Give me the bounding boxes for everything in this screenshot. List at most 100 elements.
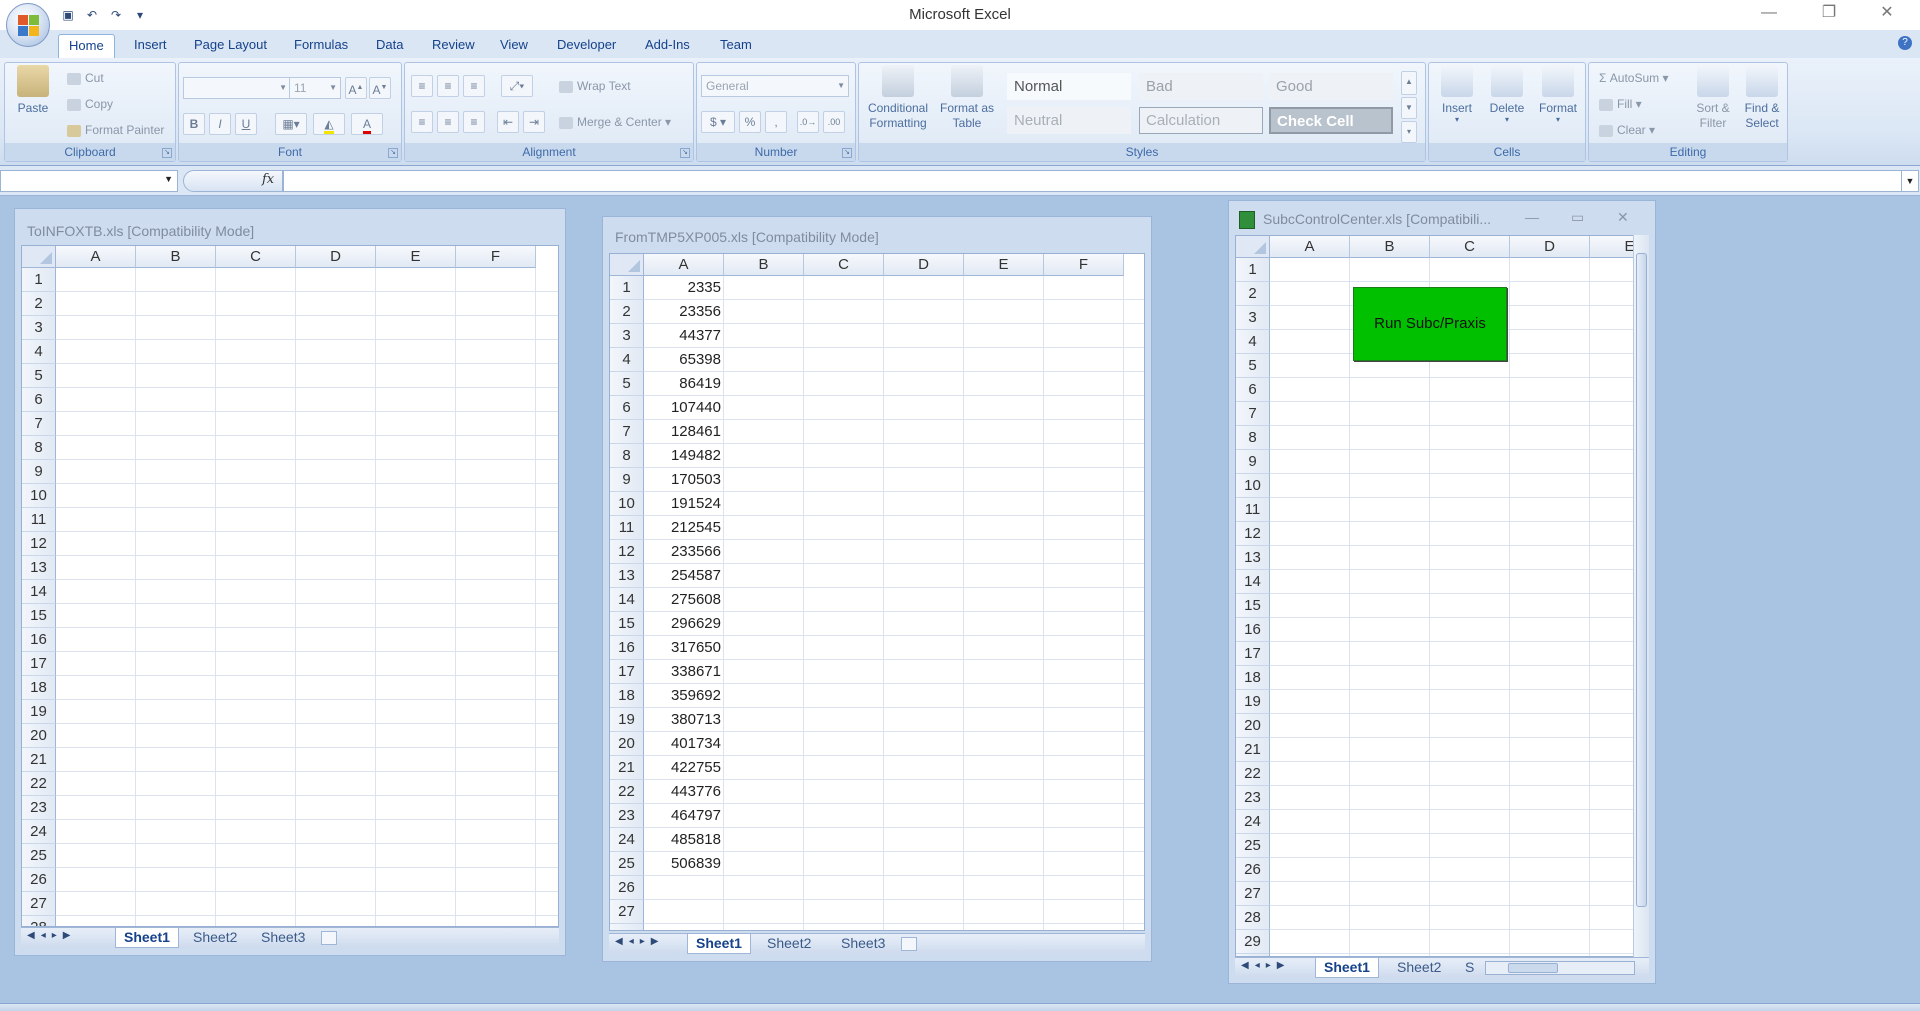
sort-filter-button[interactable]: Sort & Filter [1689,65,1737,131]
row-header[interactable]: 11 [610,516,644,540]
row-header[interactable]: 5 [22,364,56,388]
select-all-corner[interactable] [22,246,56,268]
style-calculation[interactable]: Calculation [1139,107,1263,134]
row-header[interactable]: 19 [1236,690,1270,714]
row-header[interactable]: 10 [1236,474,1270,498]
font-launcher-icon[interactable]: ↘ [388,148,398,158]
window-minimize-icon[interactable]: — [1525,209,1539,225]
borders-button[interactable]: ▦▾ [275,113,307,135]
hscroll-thumb[interactable] [1508,963,1558,973]
styles-scroll-down-icon[interactable]: ▼ [1401,97,1417,119]
comma-button[interactable]: , [765,111,787,133]
cell-a1[interactable]: 2335 [644,276,724,300]
insert-function-icon[interactable]: fx [262,172,274,187]
cell-a22[interactable]: 443776 [644,780,724,804]
row-header[interactable]: 12 [610,540,644,564]
column-header[interactable]: F [456,246,536,268]
close-button[interactable]: ✕ [1864,0,1910,28]
merge-center-button[interactable]: Merge & Center ▾ [559,115,671,129]
horizontal-scrollbar[interactable] [1485,961,1635,975]
sheet-nav-arrows-icon[interactable]: ◀◂▸▶ [615,936,664,947]
row-header[interactable]: 21 [610,756,644,780]
cell-a6[interactable]: 107440 [644,396,724,420]
row-header[interactable]: 19 [22,700,56,724]
row-header[interactable]: 3 [22,316,56,340]
align-left-icon[interactable]: ≡ [411,111,433,133]
align-bottom-icon[interactable]: ≡ [463,75,485,97]
sheet-nav-arrows-icon[interactable]: ◀◂▸▶ [27,930,76,941]
row-header[interactable]: 9 [22,460,56,484]
row-header[interactable]: 28 [22,916,56,926]
cell-a16[interactable]: 317650 [644,636,724,660]
currency-button[interactable]: $ ▾ [701,111,735,133]
row-header[interactable]: 18 [610,684,644,708]
sheet-tab-2[interactable]: Sheet2 [1389,958,1449,978]
row-header[interactable]: 18 [1236,666,1270,690]
italic-button[interactable]: I [209,113,231,135]
autosum-button[interactable]: Σ AutoSum ▾ [1599,71,1668,85]
expand-formula-bar-icon[interactable]: ▼ [1901,170,1919,192]
row-header[interactable]: 14 [610,588,644,612]
cell-a20[interactable]: 401734 [644,732,724,756]
clear-button[interactable]: Clear ▾ [1599,123,1655,137]
run-subc-praxis-button[interactable]: Run Subc/Praxis [1353,287,1507,361]
cell-a12[interactable]: 233566 [644,540,724,564]
row-header[interactable]: 5 [610,372,644,396]
row-header[interactable]: 25 [1236,834,1270,858]
sheet-tab-2[interactable]: Sheet2 [759,934,819,954]
row-header[interactable]: 17 [1236,642,1270,666]
align-top-icon[interactable]: ≡ [411,75,433,97]
row-header[interactable]: 14 [22,580,56,604]
row-header[interactable]: 1 [22,268,56,292]
paste-button[interactable]: Paste [9,65,57,115]
row-header[interactable]: 9 [610,468,644,492]
row-header[interactable]: 11 [1236,498,1270,522]
row-header[interactable]: 24 [610,828,644,852]
row-header[interactable]: 5 [1236,354,1270,378]
column-header[interactable]: A [644,254,724,276]
tab-home[interactable]: Home [58,34,115,58]
row-header[interactable]: 23 [1236,786,1270,810]
cell-a9[interactable]: 170503 [644,468,724,492]
select-all-corner[interactable] [610,254,644,276]
insert-sheet-icon[interactable] [321,931,337,945]
style-bad[interactable]: Bad [1139,73,1263,100]
cell-a17[interactable]: 338671 [644,660,724,684]
row-header[interactable]: 13 [22,556,56,580]
cell-a19[interactable]: 380713 [644,708,724,732]
row-header[interactable]: 9 [1236,450,1270,474]
column-header[interactable]: B [1350,236,1430,258]
cut-button[interactable]: Cut [67,71,104,85]
sheet-tab-3[interactable]: S [1457,958,1482,978]
tab-add-ins[interactable]: Add-Ins [635,34,700,58]
worksheet-grid[interactable]: A B C D E F 1 2 3 4 5 6 7 8 9 10 11 12 13 14 15 16 17 18 19 20 21 2… [609,253,1145,931]
row-header[interactable]: 15 [610,612,644,636]
row-header[interactable]: 8 [610,444,644,468]
row-header[interactable]: 16 [1236,618,1270,642]
formula-input[interactable] [283,170,1902,192]
find-select-button[interactable]: Find & Select [1739,65,1785,131]
worksheet-grid[interactable]: A B C D E F 1 2 3 4 5 6 7 8 9 10 11 12 13 14 15 16 17 18 19 20 21 2… [21,245,559,927]
tab-data[interactable]: Data [366,34,413,58]
row-header[interactable]: 16 [22,628,56,652]
minimize-button[interactable]: — [1746,0,1792,28]
conditional-formatting-button[interactable]: Conditional Formatting [863,65,933,131]
fill-button[interactable]: Fill ▾ [1599,97,1642,111]
row-header[interactable]: 12 [22,532,56,556]
row-header[interactable]: 25 [610,852,644,876]
row-header[interactable]: 4 [610,348,644,372]
select-all-corner[interactable] [1236,236,1270,258]
delete-cells-button[interactable]: Delete ▾ [1483,65,1531,124]
orientation-icon[interactable]: ⤢▾ [501,75,533,97]
row-header[interactable]: 4 [22,340,56,364]
row-header[interactable]: 26 [610,876,644,900]
row-header[interactable]: 22 [610,780,644,804]
column-header[interactable]: D [884,254,964,276]
row-header[interactable]: 6 [1236,378,1270,402]
column-header[interactable]: C [804,254,884,276]
row-header[interactable]: 21 [22,748,56,772]
row-header[interactable]: 27 [1236,882,1270,906]
row-header[interactable]: 2 [610,300,644,324]
tab-page-layout[interactable]: Page Layout [184,34,277,58]
row-header[interactable]: 6 [610,396,644,420]
